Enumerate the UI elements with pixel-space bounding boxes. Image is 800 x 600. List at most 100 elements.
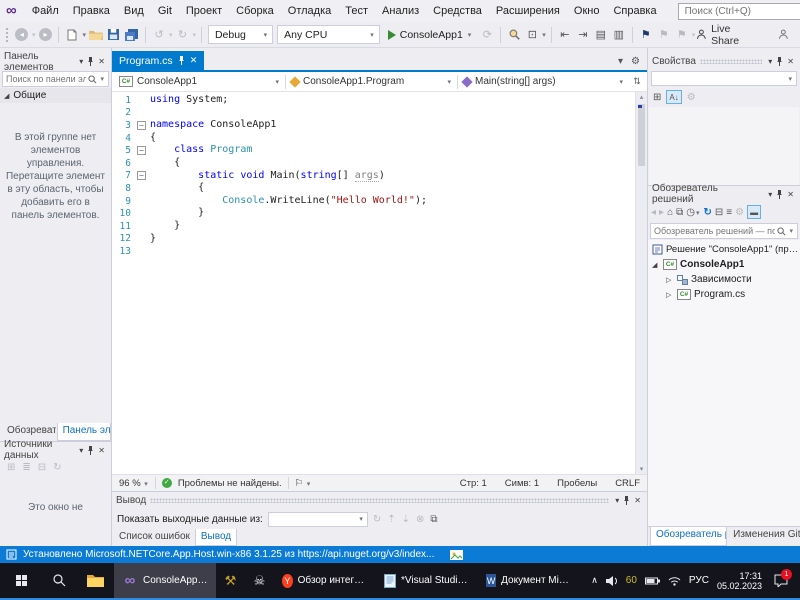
indent-icon[interactable]: ⇥ bbox=[575, 26, 591, 44]
chevron-down-icon[interactable]: ▾ bbox=[766, 57, 774, 66]
toolbox-search-input[interactable] bbox=[6, 74, 87, 84]
pin-icon[interactable] bbox=[774, 189, 785, 199]
output-source-dropdown[interactable]: ▾ bbox=[267, 511, 368, 527]
code-line[interactable]: 10 } bbox=[112, 207, 635, 220]
code-line[interactable]: 4{ bbox=[112, 132, 635, 145]
solution-search-box[interactable]: ▾ bbox=[650, 223, 798, 239]
data-sources-header[interactable]: Источники данных ▾ ✕ bbox=[0, 439, 111, 461]
health-status-text[interactable]: Проблемы не найдены. bbox=[178, 478, 282, 489]
clock[interactable]: 17:31 05.02.2023 bbox=[717, 571, 762, 591]
undo-icon[interactable]: ↺ bbox=[151, 26, 167, 44]
code-line[interactable]: 7– static void Main(string[] args) bbox=[112, 169, 635, 183]
member-dropdown[interactable]: Main(string[] args) ▾ bbox=[458, 74, 629, 90]
configure-icon[interactable]: ⊟ bbox=[38, 462, 46, 473]
code-line[interactable]: 8 { bbox=[112, 182, 635, 195]
next-bookmark-icon[interactable]: ⚑ bbox=[674, 26, 690, 44]
toolbar-drag-handle[interactable] bbox=[5, 26, 9, 43]
navigate-back-button[interactable]: ◂ bbox=[14, 26, 30, 44]
categorized-icon[interactable]: ⊞ bbox=[653, 92, 661, 103]
redo-dropdown-icon[interactable]: ▾ bbox=[192, 31, 196, 39]
battery-percent[interactable]: 60 bbox=[626, 575, 637, 586]
expanded-arrow-icon[interactable]: ◢ bbox=[652, 261, 660, 269]
scroll-up-icon[interactable]: ▴ bbox=[636, 93, 647, 101]
chevron-down-icon[interactable]: ▾ bbox=[77, 446, 85, 455]
code-line[interactable]: 1 using System; bbox=[112, 94, 635, 107]
spaces-indicator[interactable]: Пробелы bbox=[557, 478, 597, 489]
menu-item[interactable]: Проект bbox=[179, 5, 229, 17]
close-icon[interactable]: ✕ bbox=[190, 55, 198, 66]
code-line[interactable]: 13 bbox=[112, 245, 635, 258]
forward-icon[interactable]: ▸ bbox=[659, 207, 664, 218]
goto-prev-message-icon[interactable]: ⇡ bbox=[387, 514, 395, 525]
bookmark-dropdown-icon[interactable]: ▾ bbox=[692, 31, 696, 39]
undo-dropdown-icon[interactable]: ▾ bbox=[169, 31, 173, 39]
code-line[interactable]: 6 { bbox=[112, 157, 635, 170]
code-line[interactable]: 11 } bbox=[112, 220, 635, 233]
tab-error-list[interactable]: Список ошибок bbox=[114, 529, 195, 546]
word-wrap-icon[interactable]: ⧉ bbox=[430, 514, 437, 525]
pin-icon[interactable] bbox=[621, 496, 632, 505]
volume-icon[interactable] bbox=[605, 575, 618, 586]
search-options-icon[interactable]: ▾ bbox=[100, 75, 104, 83]
taskbar-app-skull[interactable]: ☠ bbox=[245, 563, 274, 598]
tab-output[interactable]: Вывод bbox=[194, 529, 238, 546]
prev-bookmark-icon[interactable]: ⚑ bbox=[656, 26, 672, 44]
menu-item[interactable]: Сборка bbox=[229, 5, 281, 17]
tab-solution-explorer[interactable]: Обозреватель реше... bbox=[650, 527, 728, 546]
home-icon[interactable]: ⌂ bbox=[667, 207, 673, 218]
new-file-icon[interactable] bbox=[64, 26, 80, 44]
code-line[interactable]: 5– class Program bbox=[112, 144, 635, 157]
properties-shortcut-icon[interactable]: ⚙ bbox=[735, 207, 744, 218]
configuration-dropdown[interactable]: Debug ▾ bbox=[207, 25, 274, 44]
toolbox-section-general[interactable]: ◢ Общие bbox=[0, 88, 111, 103]
goto-next-message-icon[interactable]: ⇣ bbox=[402, 514, 410, 525]
gear-icon[interactable]: ⚙ bbox=[631, 56, 640, 67]
quick-search-box[interactable] bbox=[677, 2, 800, 20]
zoom-level-dropdown[interactable]: 96 % ▾ bbox=[119, 478, 149, 489]
close-icon[interactable]: ✕ bbox=[785, 190, 796, 199]
menu-item[interactable]: Средства bbox=[426, 5, 489, 17]
properties-header[interactable]: Свойства ▾ ✕ bbox=[648, 53, 800, 70]
eol-indicator[interactable]: CRLF bbox=[615, 478, 640, 489]
bookmark-icon[interactable]: ⚑ bbox=[638, 26, 654, 44]
start-button[interactable] bbox=[0, 563, 42, 598]
code-line[interactable]: 12} bbox=[112, 233, 635, 246]
open-file-icon[interactable] bbox=[88, 26, 104, 44]
hot-reload-icon[interactable]: ⟳ bbox=[479, 26, 495, 44]
menu-item[interactable]: Тест bbox=[338, 5, 375, 17]
show-all-files-icon[interactable]: ▬ bbox=[747, 205, 762, 219]
scrollbar-thumb[interactable] bbox=[638, 104, 645, 166]
menu-item[interactable]: Анализ bbox=[375, 5, 426, 17]
language-indicator[interactable]: РУС bbox=[689, 575, 709, 586]
type-dropdown[interactable]: ConsoleApp1.Program ▾ bbox=[286, 74, 457, 90]
pin-icon[interactable] bbox=[178, 56, 185, 65]
find-message-icon[interactable]: ↻ bbox=[373, 514, 381, 525]
property-pages-icon[interactable]: ⚙ bbox=[687, 92, 696, 103]
tab-list-dropdown-icon[interactable]: ▾ bbox=[618, 56, 623, 67]
output-header[interactable]: Вывод ▾ ✕ bbox=[112, 492, 647, 509]
menu-item[interactable]: Расширения bbox=[489, 5, 567, 17]
tab-git-changes[interactable]: Изменения Git — п... bbox=[728, 527, 800, 546]
code-line[interactable]: 9 Console.WriteLine("Hello World!"); bbox=[112, 195, 635, 208]
nest-files-icon[interactable]: ⊟ bbox=[715, 207, 723, 218]
comment-icon[interactable]: ▤ bbox=[593, 26, 609, 44]
code-line[interactable]: 2 bbox=[112, 107, 635, 120]
battery-icon[interactable] bbox=[644, 577, 660, 585]
split-window-icon[interactable]: ⇅ bbox=[629, 76, 645, 87]
collapse-all-icon[interactable]: ≡ bbox=[726, 207, 732, 218]
alphabetical-sort-icon[interactable]: A↓ bbox=[666, 90, 682, 104]
live-share-button[interactable]: Live Share bbox=[711, 23, 760, 47]
tray-expand-icon[interactable]: ∧ bbox=[591, 575, 598, 586]
close-icon[interactable]: ✕ bbox=[96, 446, 107, 455]
fold-toggle-icon[interactable]: – bbox=[137, 120, 146, 130]
project-dropdown[interactable]: C# ConsoleApp1 ▾ bbox=[114, 74, 285, 90]
switch-views-icon[interactable]: ⧉ bbox=[676, 207, 683, 218]
chevron-down-icon[interactable]: ▾ bbox=[766, 190, 774, 199]
save-icon[interactable] bbox=[106, 26, 122, 44]
taskbar-app-word[interactable]: W Документ Microso... bbox=[478, 563, 580, 598]
tag-icon[interactable]: ⚐ ▾ bbox=[295, 478, 312, 489]
start-debugging-button[interactable]: ConsoleApp1 ▾ bbox=[382, 29, 479, 41]
status-extra-icon[interactable] bbox=[450, 549, 464, 560]
document-tab-programcs[interactable]: Program.cs ✕ bbox=[112, 51, 205, 70]
edit-data-source-icon[interactable]: ≣ bbox=[22, 462, 30, 473]
